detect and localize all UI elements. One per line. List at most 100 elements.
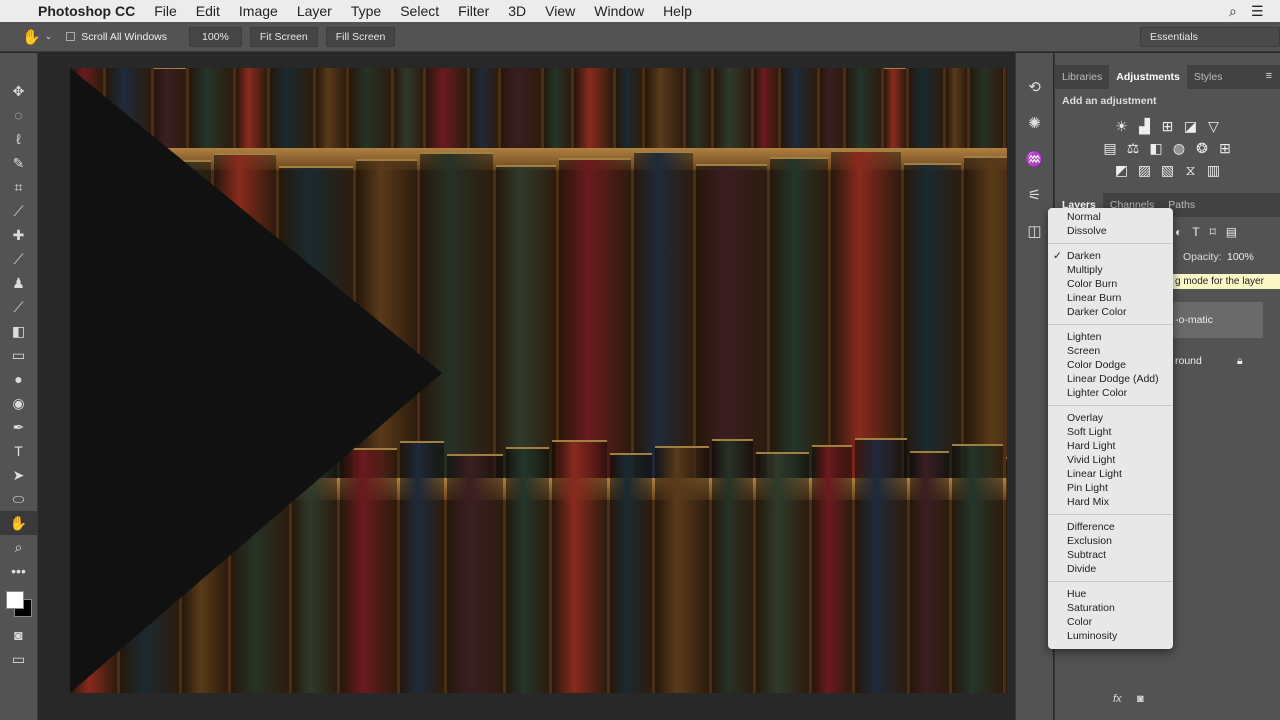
quick-mask-icon[interactable]: ◙ (0, 623, 37, 647)
scroll-all-checkbox[interactable] (66, 32, 76, 41)
menu-view[interactable]: View (545, 3, 575, 19)
menu-edit[interactable]: Edit (196, 3, 220, 19)
blend-mode-soft-light[interactable]: Soft Light (1048, 425, 1173, 439)
workspace-select[interactable]: Essentials (1140, 26, 1280, 47)
blend-mode-dropdown[interactable]: Normal Dissolve ✓ Darken Multiply Color Burn L… (1048, 208, 1173, 649)
menu-file[interactable]: File (154, 3, 177, 19)
fx-icon[interactable]: fx (1113, 693, 1122, 705)
list-icon[interactable]: ☰ (1251, 3, 1264, 20)
add-mask-icon[interactable]: ◙ (1137, 693, 1144, 705)
blend-mode-linear-light[interactable]: Linear Light (1048, 467, 1173, 481)
screen-mode-icon[interactable]: ▭ (0, 647, 37, 671)
pen-tool-icon[interactable]: ✒ (0, 415, 37, 439)
gradient-map-icon[interactable]: ▥ (1205, 162, 1223, 179)
blend-mode-multiply[interactable]: Multiply (1048, 263, 1173, 277)
blend-mode-linear-burn[interactable]: Linear Burn (1048, 291, 1173, 305)
blur-tool-icon[interactable]: ● (0, 367, 37, 391)
color-lookup-icon[interactable]: ⊞ (1216, 140, 1234, 157)
brush-settings-icon[interactable]: ✺ (1016, 105, 1053, 141)
panel-menu-icon[interactable]: ≡ (1258, 65, 1280, 89)
type-tool-icon[interactable]: T (0, 439, 37, 463)
blend-mode-divide[interactable]: Divide (1048, 562, 1173, 576)
more-tools-icon[interactable]: ••• (0, 559, 37, 583)
threshold-icon[interactable]: ▧ (1159, 162, 1177, 179)
hue-saturation-icon[interactable]: ▤ (1101, 140, 1119, 157)
black-white-icon[interactable]: ◧ (1147, 140, 1165, 157)
path-select-tool-icon[interactable]: ➤ (0, 463, 37, 487)
color-swatches[interactable] (0, 583, 37, 623)
dodge-tool-icon[interactable]: ◉ (0, 391, 37, 415)
blend-mode-screen[interactable]: Screen (1048, 344, 1173, 358)
menu-type[interactable]: Type (351, 3, 381, 19)
lasso-tool-icon[interactable]: ℓ (0, 127, 37, 151)
move-tool-icon[interactable]: ✥ (0, 79, 37, 103)
zoom-tool-icon[interactable]: ⌕ (0, 535, 37, 559)
invert-icon[interactable]: ◩ (1113, 162, 1131, 179)
ellipse-tool-icon[interactable]: ⬭ (0, 487, 37, 511)
zoom-100-button[interactable]: 100% (189, 26, 242, 47)
posterize-icon[interactable]: ▨ (1136, 162, 1154, 179)
menu-3d[interactable]: 3D (508, 3, 526, 19)
tab-adjustments[interactable]: Adjustments (1109, 65, 1187, 89)
blend-mode-difference[interactable]: Difference (1048, 520, 1173, 534)
history-brush-icon[interactable]: ⟋ (0, 295, 37, 319)
blend-mode-exclusion[interactable]: Exclusion (1048, 534, 1173, 548)
hand-tool-icon[interactable]: ✋ (22, 28, 41, 46)
menu-select[interactable]: Select (400, 3, 439, 19)
blend-mode-luminosity[interactable]: Luminosity (1048, 629, 1173, 643)
channel-mixer-icon[interactable]: ❂ (1193, 140, 1211, 157)
menu-filter[interactable]: Filter (458, 3, 489, 19)
blend-mode-hard-light[interactable]: Hard Light (1048, 439, 1173, 453)
blend-mode-vivid-light[interactable]: Vivid Light (1048, 453, 1173, 467)
blend-mode-hard-mix[interactable]: Hard Mix (1048, 495, 1173, 509)
document-canvas[interactable] (70, 68, 1007, 693)
quick-select-tool-icon[interactable]: ✎ (0, 151, 37, 175)
properties-icon[interactable]: ⚟ (1016, 177, 1053, 213)
eraser-tool-icon[interactable]: ◧ (0, 319, 37, 343)
levels-icon[interactable]: ▟ (1136, 118, 1154, 135)
menu-layer[interactable]: Layer (297, 3, 332, 19)
brush-tool-icon[interactable]: ⟋ (0, 247, 37, 271)
chevron-down-icon[interactable]: ⌄ (45, 31, 53, 42)
vibrance-icon[interactable]: ▽ (1205, 118, 1223, 135)
fill-screen-button[interactable]: Fill Screen (325, 26, 396, 47)
blend-mode-lighten[interactable]: Lighten (1048, 330, 1173, 344)
blend-mode-color-burn[interactable]: Color Burn (1048, 277, 1173, 291)
blend-mode-darken[interactable]: ✓ Darken (1048, 249, 1173, 263)
tab-libraries[interactable]: Libraries (1055, 65, 1109, 89)
fit-screen-button[interactable]: Fit Screen (249, 26, 318, 47)
blend-mode-linear-dodge-add[interactable]: Linear Dodge (Add) (1048, 372, 1173, 386)
blend-mode-pin-light[interactable]: Pin Light (1048, 481, 1173, 495)
photo-filter-icon[interactable]: ◍ (1170, 140, 1188, 157)
healing-tool-icon[interactable]: ✚ (0, 223, 37, 247)
menu-help[interactable]: Help (663, 3, 692, 19)
menu-image[interactable]: Image (239, 3, 278, 19)
tab-styles[interactable]: Styles (1187, 65, 1230, 89)
blend-mode-color-dodge[interactable]: Color Dodge (1048, 358, 1173, 372)
selective-color-icon[interactable]: ⧖ (1182, 162, 1200, 179)
brightness-icon[interactable]: ☀ (1113, 118, 1131, 135)
marquee-tool-icon[interactable]: ◌ (0, 103, 37, 127)
gradient-tool-icon[interactable]: ▭ (0, 343, 37, 367)
opacity-field[interactable]: 100% (1227, 251, 1254, 263)
layer-row[interactable]: -o-matic (1173, 302, 1263, 338)
color-balance-icon[interactable]: ⚖ (1124, 140, 1142, 157)
blend-mode-color[interactable]: Color (1048, 615, 1173, 629)
blend-mode-darker-color[interactable]: Darker Color (1048, 305, 1173, 319)
hand-tool-icon[interactable]: ✋ (0, 511, 37, 535)
menu-window[interactable]: Window (594, 3, 644, 19)
blend-mode-saturation[interactable]: Saturation (1048, 601, 1173, 615)
exposure-icon[interactable]: ◪ (1182, 118, 1200, 135)
app-name[interactable]: Photoshop CC (38, 3, 135, 19)
blend-mode-hue[interactable]: Hue (1048, 587, 1173, 601)
blend-mode-dissolve[interactable]: Dissolve (1048, 224, 1173, 238)
blend-mode-overlay[interactable]: Overlay (1048, 411, 1173, 425)
blend-mode-subtract[interactable]: Subtract (1048, 548, 1173, 562)
search-icon[interactable]: ⌕ (1229, 3, 1237, 20)
curves-icon[interactable]: ⊞ (1159, 118, 1177, 135)
layer-row-background[interactable]: round 🔒︎ (1173, 343, 1263, 379)
history-icon[interactable]: ⟲ (1016, 69, 1053, 105)
crop-tool-icon[interactable]: ⌗ (0, 175, 37, 199)
histogram-icon[interactable]: ♒ (1016, 141, 1053, 177)
stamp-tool-icon[interactable]: ♟ (0, 271, 37, 295)
